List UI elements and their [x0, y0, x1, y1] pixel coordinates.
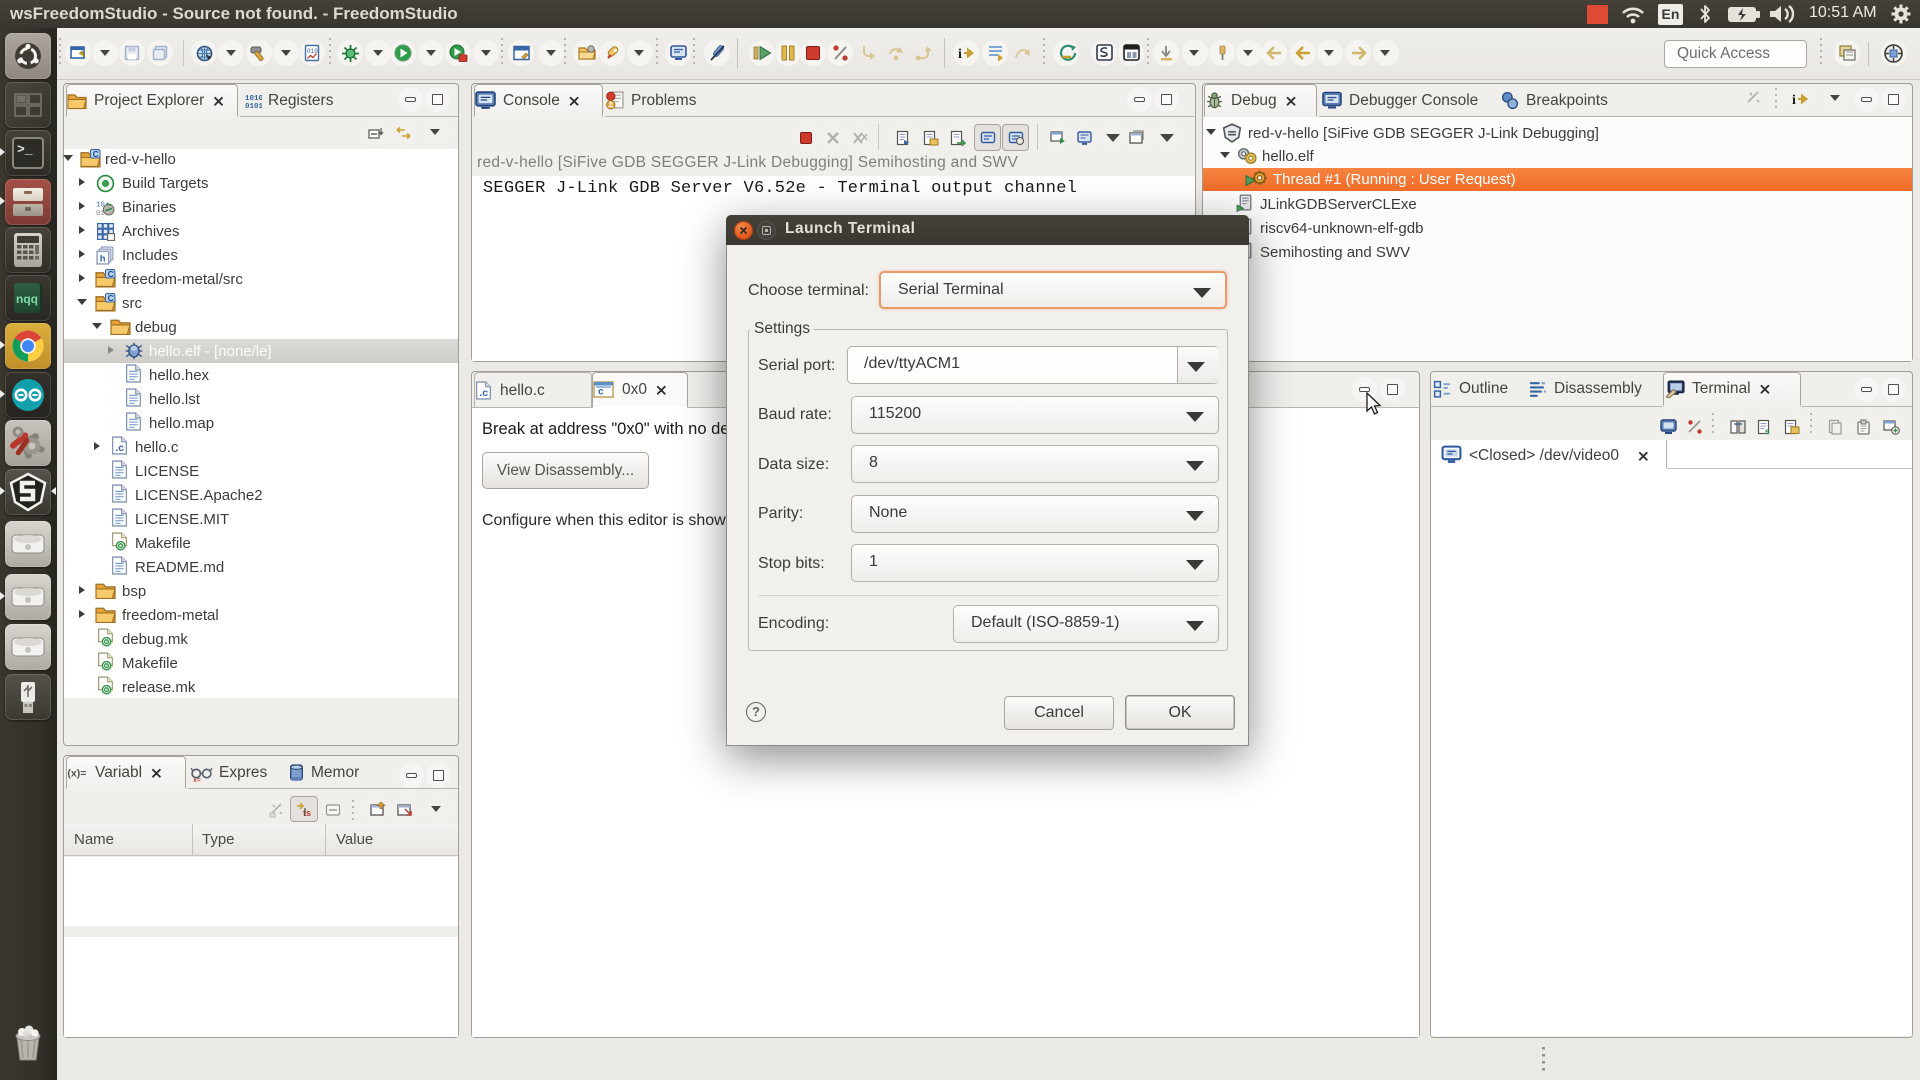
svg-text:ts: ts [303, 808, 311, 818]
svg-text:c: c [598, 386, 604, 397]
svg-text:i: i [1792, 93, 1796, 108]
svg-text:s: s [1765, 427, 1770, 435]
svg-text:i: i [958, 47, 962, 62]
